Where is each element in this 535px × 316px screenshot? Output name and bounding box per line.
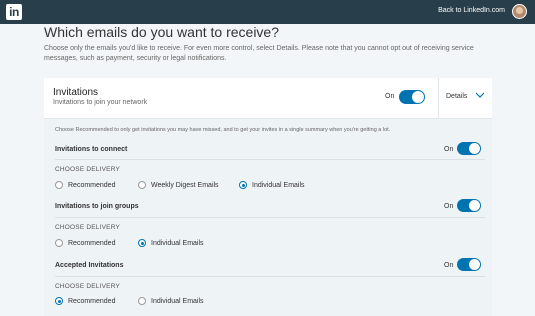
row-divider	[55, 276, 485, 277]
row-toggle-label: On	[444, 146, 454, 153]
top-bar: in Back to LinkedIn.com	[0, 0, 535, 24]
chevron-down-icon[interactable]	[475, 92, 485, 98]
radio-label: Recommended	[68, 239, 116, 247]
radio-recommended[interactable]: Recommended	[55, 181, 115, 189]
row-label-invitations-to-connect: Invitations to connect	[55, 146, 128, 153]
radio-circle-selected	[55, 297, 63, 305]
page-title: Which emails do you want to receive?	[44, 24, 279, 40]
row-label-accepted-invitations: Accepted Invitations	[55, 262, 124, 269]
radio-recommended[interactable]: Recommended	[55, 239, 115, 247]
header-divider	[438, 78, 439, 118]
choose-delivery-heading: CHOOSE DELIVERY	[55, 166, 121, 173]
toggle-knob	[412, 91, 424, 103]
row-label-invitations-to-join-groups: Invitations to join groups	[55, 203, 139, 210]
card-header: Invitations Invitations to join your net…	[44, 78, 492, 119]
help-text: Choose Recommended to only get invitatio…	[55, 127, 391, 133]
row-divider	[55, 217, 485, 218]
radio-label: Recommended	[68, 181, 116, 189]
choose-delivery-heading: CHOOSE DELIVERY	[55, 224, 121, 231]
radio-label: Individual Emails	[252, 181, 305, 189]
back-to-linkedin-link[interactable]: Back to LinkedIn.com	[438, 7, 505, 14]
category-title: Invitations	[53, 87, 99, 98]
radio-label: Recommended	[68, 297, 116, 305]
card-body: Choose Recommended to only get invitatio…	[44, 119, 492, 316]
invitations-card: Invitations Invitations to join your net…	[44, 78, 492, 316]
radio-circle-selected	[138, 239, 146, 247]
radio-label: Individual Emails	[151, 297, 204, 305]
radio-circle	[55, 239, 63, 247]
invitations-to-connect-toggle[interactable]	[457, 142, 481, 155]
accepted-invitations-toggle[interactable]	[457, 258, 481, 271]
category-subtitle: Invitations to join your network	[53, 99, 148, 106]
radio-circle-selected	[239, 181, 247, 189]
row-toggle-label: On	[444, 203, 454, 210]
radio-individual-emails[interactable]: Individual Emails	[138, 297, 204, 305]
choose-delivery-heading: CHOOSE DELIVERY	[55, 283, 121, 290]
toggle-knob	[469, 200, 480, 211]
toggle-knob	[469, 143, 480, 154]
radio-label: Weekly Digest Emails	[151, 181, 219, 189]
radio-circle	[55, 181, 63, 189]
radio-circle	[138, 297, 146, 305]
radio-label: Individual Emails	[151, 239, 204, 247]
row-divider	[55, 159, 485, 160]
radio-individual-emails[interactable]: Individual Emails	[138, 239, 204, 247]
radio-circle	[138, 181, 146, 189]
radio-weekly-digest-emails[interactable]: Weekly Digest Emails	[138, 181, 219, 189]
avatar[interactable]	[512, 4, 527, 19]
invitations-to-join-groups-toggle[interactable]	[457, 199, 481, 212]
radio-individual-emails[interactable]: Individual Emails	[239, 181, 305, 189]
page-description: Choose only the emails you'd like to rec…	[44, 45, 474, 62]
row-toggle-label: On	[444, 262, 454, 269]
linkedin-logo[interactable]: in	[6, 4, 22, 20]
category-toggle[interactable]	[399, 90, 425, 104]
radio-recommended[interactable]: Recommended	[55, 297, 115, 305]
details-button[interactable]: Details	[446, 93, 467, 100]
toggle-knob	[469, 259, 480, 270]
category-toggle-label: On	[385, 93, 395, 100]
